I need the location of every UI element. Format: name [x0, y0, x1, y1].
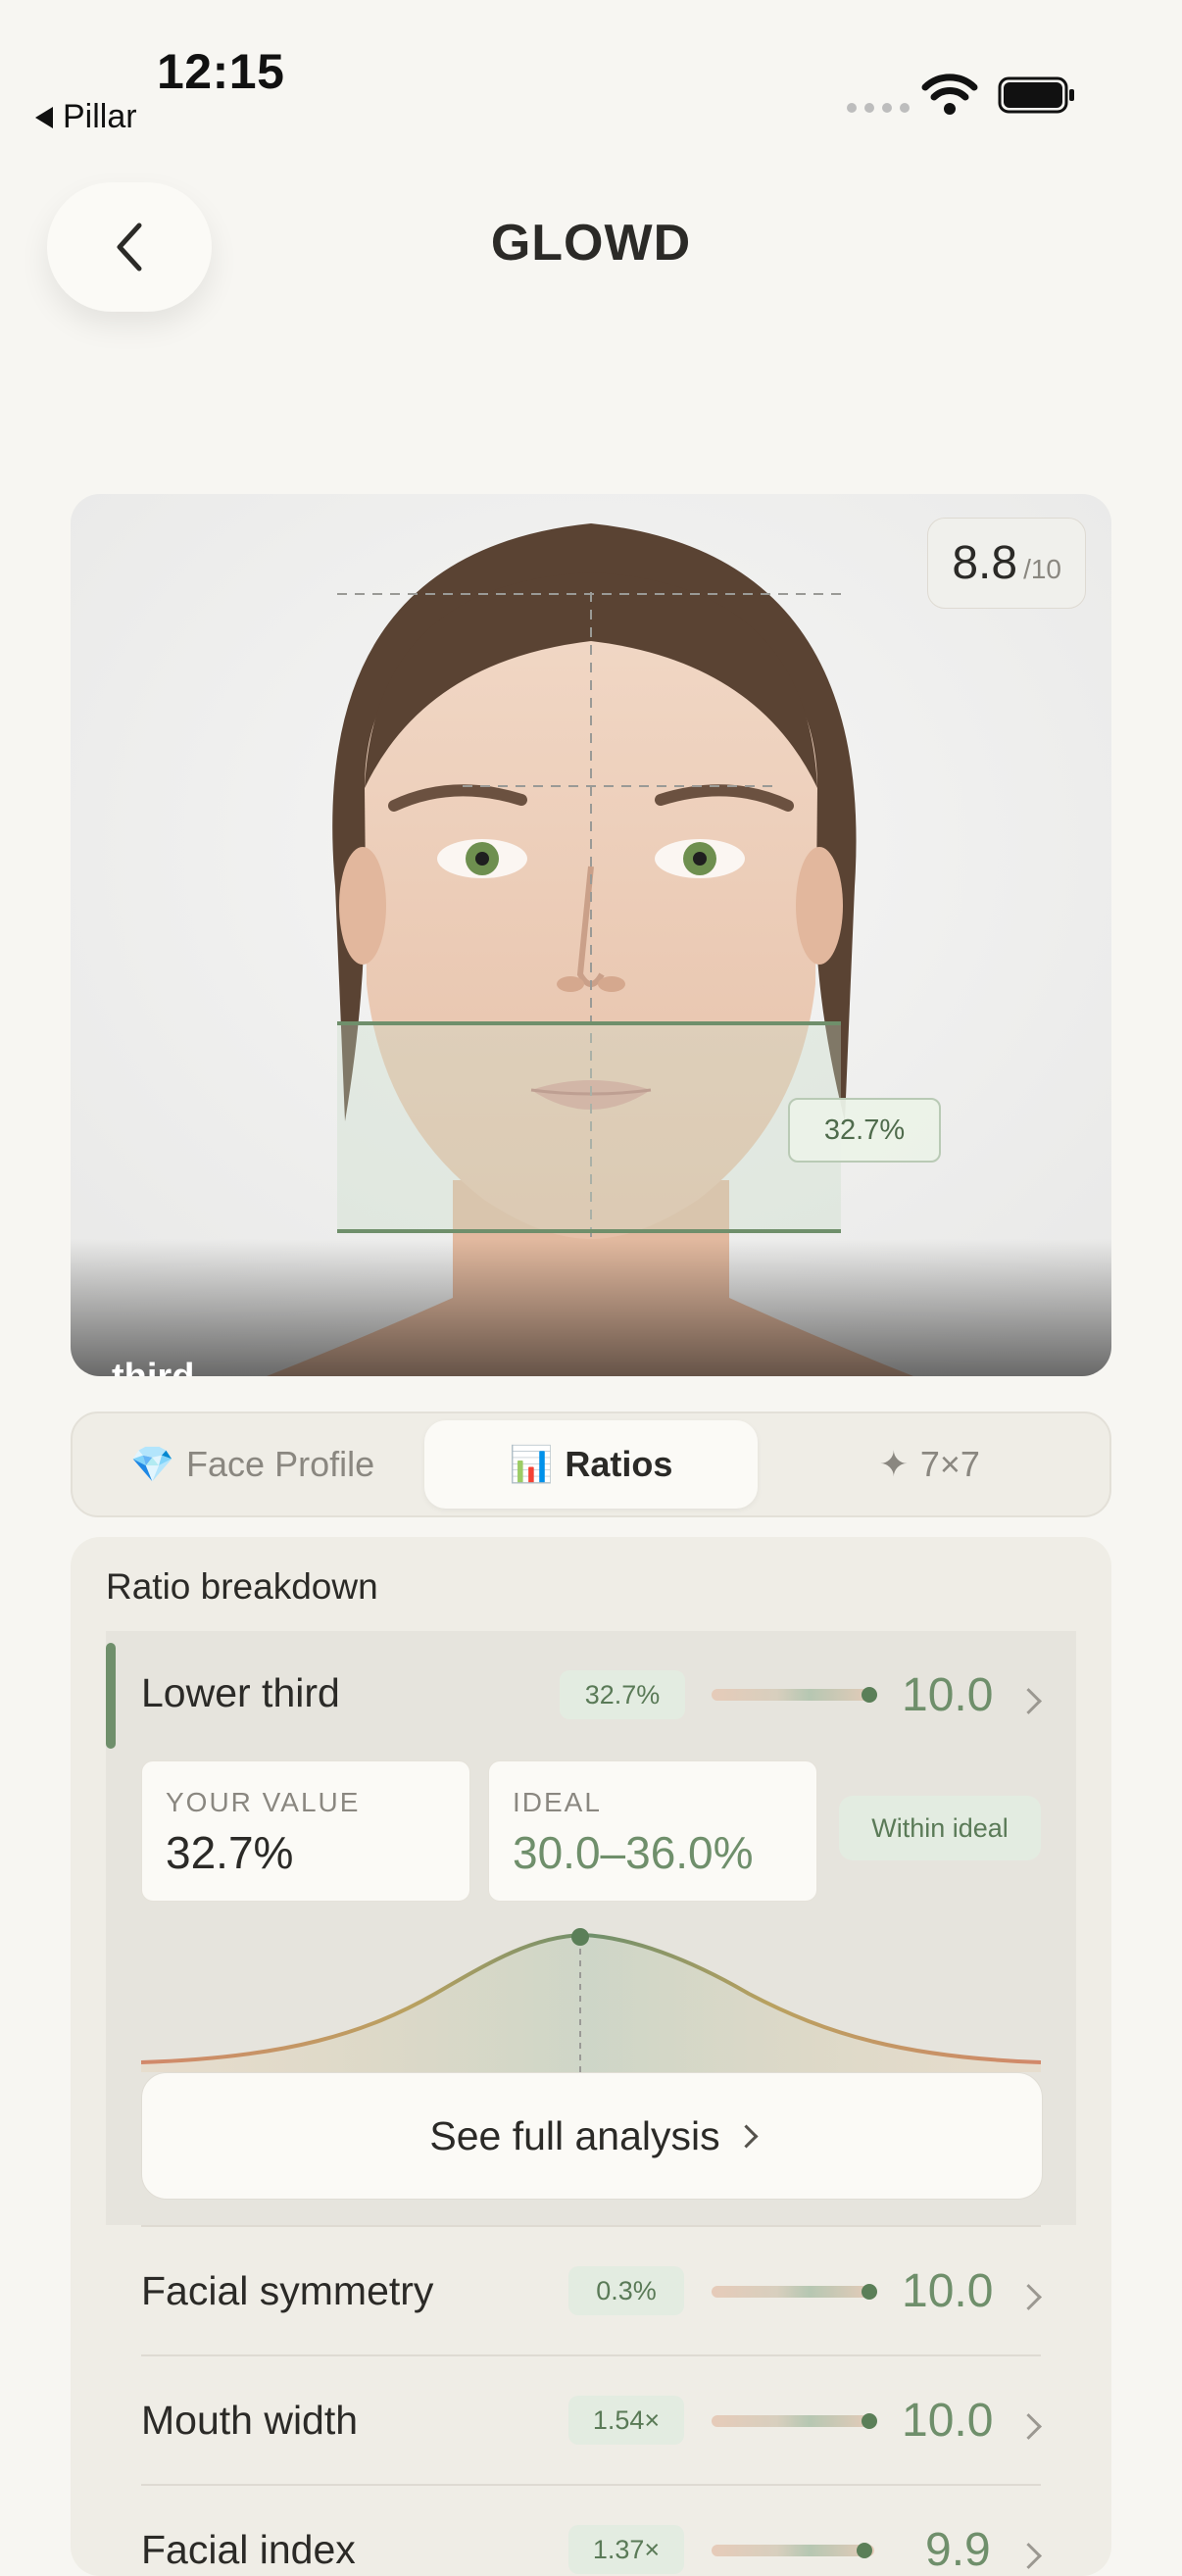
- tab-7x7[interactable]: ✦ 7×7: [758, 1420, 1102, 1509]
- status-time: 12:15: [157, 44, 285, 99]
- diamond-icon: 💎: [130, 1444, 175, 1484]
- panel-title: Ratio breakdown: [106, 1566, 378, 1607]
- score-value: 8.8: [952, 537, 1018, 589]
- face-photo-card: 8.8 /10 32.7% third: [71, 494, 1111, 1376]
- battery-icon: [998, 76, 1074, 114]
- app-title: GLOWD: [490, 215, 692, 272]
- tab-label: Ratios: [565, 1444, 673, 1484]
- chevron-right-icon: [1015, 2413, 1042, 2440]
- tab-label: Face Profile: [186, 1444, 375, 1484]
- value-chip: 1.54×: [568, 2396, 684, 2445]
- ratio-row-header[interactable]: Lower third 32.7% 10.0: [106, 1631, 1076, 1759]
- see-full-analysis-button[interactable]: See full analysis: [141, 2072, 1043, 2200]
- range-bar: [712, 2286, 874, 2298]
- distribution-curve: [141, 1928, 1041, 2072]
- chevron-right-icon: [1015, 1688, 1042, 1714]
- ideal-caption: IDEAL: [513, 1787, 602, 1817]
- ratio-row[interactable]: Facial index 1.37× 9.9: [141, 2484, 1042, 2576]
- score-suffix: /10: [1023, 554, 1061, 584]
- ideal-range: 30.0–36.0%: [513, 1827, 754, 1878]
- tab-ratios[interactable]: 📊 Ratios: [424, 1420, 758, 1509]
- value-chip: 32.7%: [560, 1670, 685, 1719]
- ratio-score: 10.0: [902, 2265, 994, 2317]
- range-marker: [857, 2543, 872, 2558]
- ideal-range-card: IDEAL 30.0–36.0%: [488, 1760, 817, 1902]
- your-value: 32.7%: [166, 1827, 294, 1878]
- range-bar: [712, 1689, 874, 1701]
- tab-face-profile[interactable]: 💎 Face Profile: [80, 1420, 424, 1509]
- ratio-breakdown-panel: Ratio breakdown Lower third 32.7% 10.0 Y…: [71, 1537, 1111, 2576]
- chevron-right-icon: [734, 2123, 759, 2149]
- measurement-tag: 32.7%: [788, 1098, 941, 1163]
- photo-caption: third: [112, 1357, 194, 1376]
- chevron-right-icon: [1015, 2543, 1042, 2569]
- ratio-label: Facial index: [141, 2527, 356, 2572]
- view-tabs: 💎 Face Profile 📊 Ratios ✦ 7×7: [71, 1412, 1111, 1517]
- tab-label: 7×7: [919, 1444, 980, 1484]
- range-marker: [862, 2284, 877, 2300]
- ratio-score: 9.9: [925, 2524, 991, 2576]
- ratio-score: 10.0: [902, 2395, 994, 2447]
- wifi-icon: [921, 74, 978, 115]
- ratio-label: Mouth width: [141, 2398, 359, 2443]
- signal-icon: [847, 103, 910, 113]
- range-marker: [862, 2413, 877, 2429]
- range-bar: [712, 2415, 874, 2427]
- value-chip: 1.37×: [568, 2525, 684, 2574]
- status-back-to-app[interactable]: Pillar: [35, 98, 137, 136]
- range-marker: [862, 1687, 877, 1703]
- chevron-right-icon: [1015, 2284, 1042, 2310]
- status-back-label: Pillar: [63, 98, 137, 135]
- ratio-row-expanded: Lower third 32.7% 10.0 YOUR VALUE 32.7% …: [106, 1631, 1076, 2225]
- your-value-card: YOUR VALUE 32.7%: [141, 1760, 470, 1902]
- ratio-label: Facial symmetry: [141, 2268, 434, 2313]
- face-photo: [71, 494, 1111, 1376]
- ratio-label: Lower third: [141, 1670, 340, 1715]
- ratio-row[interactable]: Facial symmetry 0.3% 10.0: [141, 2225, 1042, 2356]
- bar-chart-icon: 📊: [509, 1444, 554, 1484]
- button-label: See full analysis: [429, 2112, 720, 2158]
- ratio-row[interactable]: Mouth width 1.54× 10.0: [141, 2354, 1042, 2486]
- within-ideal-badge: Within ideal: [839, 1796, 1041, 1860]
- value-chip: 0.3%: [568, 2266, 684, 2315]
- back-triangle-icon: [35, 106, 53, 128]
- range-bar: [712, 2545, 874, 2556]
- sparkle-icon: ✦: [878, 1444, 909, 1484]
- your-value-caption: YOUR VALUE: [166, 1787, 361, 1817]
- ratio-score: 10.0: [902, 1669, 994, 1721]
- overall-score-badge: 8.8 /10: [927, 518, 1086, 609]
